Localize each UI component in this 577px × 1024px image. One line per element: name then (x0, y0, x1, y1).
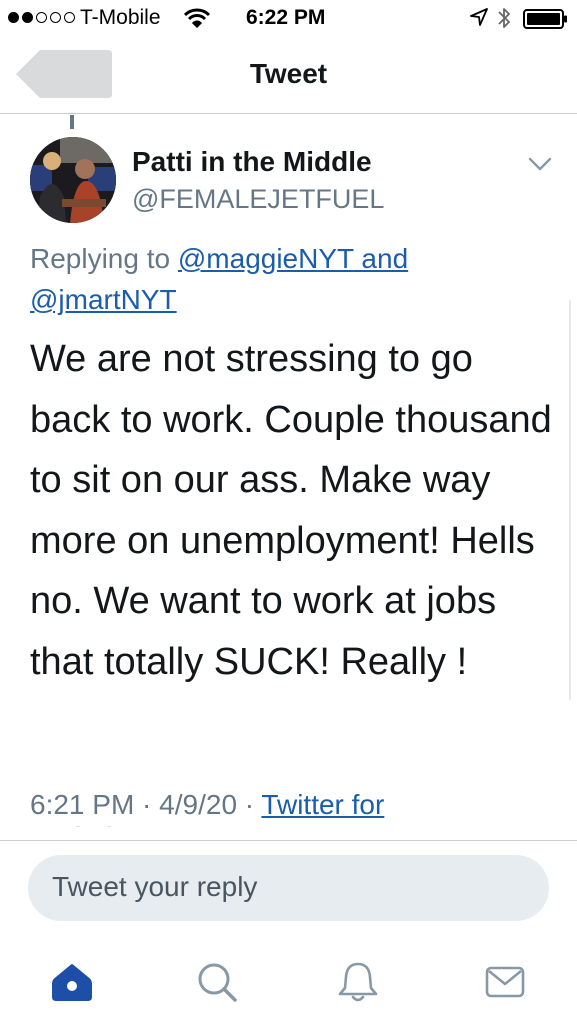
thread-connector-line (70, 115, 74, 129)
navigation-bar: Tweet (0, 36, 577, 114)
search-icon[interactable] (192, 957, 242, 1007)
location-icon (470, 8, 488, 26)
status-bar: T-Mobile 6:22 PM (0, 0, 577, 36)
author-handle[interactable]: @FEMALEJETFUEL (132, 184, 384, 215)
avatar-image (30, 137, 116, 223)
signal-strength-icon (8, 12, 75, 23)
reply-placeholder: Tweet your reply (52, 871, 258, 902)
bluetooth-icon (498, 8, 510, 28)
envelope-icon[interactable] (480, 957, 530, 1007)
replying-to-label: Replying to (30, 243, 178, 274)
tweet-text: We are not stressing to go back to work.… (30, 338, 552, 683)
reply-mention-link[interactable]: @maggieNYT and (178, 243, 408, 274)
tweet-time: 6:21 PM (30, 789, 135, 820)
reply-mention-link[interactable]: @jmartNYT (30, 284, 177, 315)
divider (0, 840, 577, 841)
bell-icon[interactable] (333, 957, 383, 1007)
page-title: Tweet (249, 58, 328, 89)
tweet-source-link[interactable]: Twitter for (261, 789, 384, 820)
status-time: 6:22 PM (246, 6, 326, 29)
chevron-down-icon[interactable] (528, 156, 552, 172)
tweet-date: 4/9/20 (159, 789, 238, 820)
wifi-icon (184, 8, 210, 28)
scroll-indicator (569, 300, 571, 700)
carrier-label: T-Mobile (80, 6, 161, 29)
battery-icon (523, 9, 567, 29)
tab-bar (0, 940, 577, 1024)
tweet-source-continuation: iPhone (30, 826, 230, 840)
home-icon[interactable] (47, 957, 97, 1007)
avatar[interactable] (30, 137, 116, 223)
reply-input[interactable]: Tweet your reply (28, 855, 549, 921)
replying-to-line: Replying to @maggieNYT and @jmartNYT (30, 238, 550, 320)
tweet-meta: 6:21 PM · 4/9/20 · Twitter for (30, 789, 385, 820)
author-name[interactable]: Patti in the Middle (132, 146, 372, 178)
